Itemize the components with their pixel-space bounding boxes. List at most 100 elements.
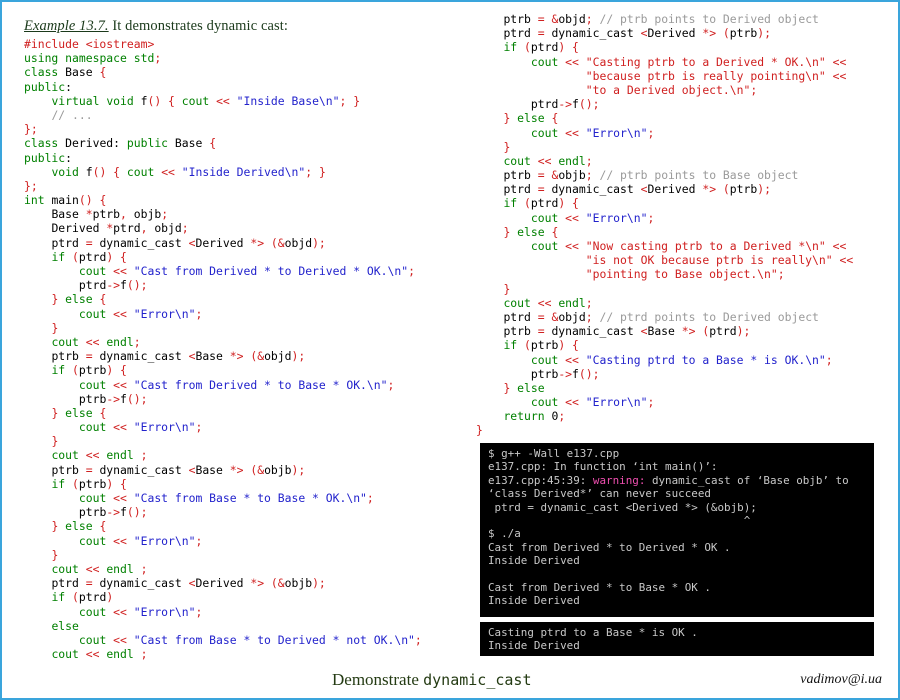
footer-title: Demonstrate dynamic_cast	[332, 670, 531, 690]
code-line: cout << "Error\n";	[530, 125, 655, 140]
terminal-line: e137.cpp:45:39: warning: dynamic_cast of…	[488, 473, 849, 487]
code-line: ptrb = &objb; // ptrb points to Base obj…	[503, 168, 799, 183]
code-line: cout << "Cast from Base * to Derived * n…	[78, 632, 422, 647]
code-line: cout << "Cast from Base * to Base * OK.\…	[78, 491, 374, 505]
code-line: }	[51, 320, 59, 335]
code-line: }	[51, 434, 59, 449]
code-line: cout << endl ;	[51, 647, 148, 662]
example-heading-text: It demonstrates dynamic cast:	[108, 18, 289, 34]
code-line: ptrd->f();	[530, 97, 600, 112]
code-line: if (ptrd) {	[51, 249, 127, 264]
code-line: ptrd = dynamic_cast <Derived *> (&objb);	[51, 576, 326, 591]
footer-title-mono: dynamic_cast	[423, 671, 532, 689]
example-heading: Example 13.7. It demonstrates dynamic ca…	[24, 18, 464, 35]
code-line: cout << "Error\n";	[78, 604, 203, 619]
code-line: cout << endl;	[503, 295, 593, 310]
code-line: class Derived: public Base {	[24, 136, 217, 151]
code-line: int main() {	[24, 193, 107, 208]
code-line: if (ptrd) {	[503, 196, 579, 211]
code-line: "to a Derived object.\n";	[585, 82, 758, 97]
code-line: cout << "Error\n";	[78, 420, 203, 435]
code-line: class Base {	[24, 65, 107, 80]
code-line: "because ptrb is really pointing\n" <<	[585, 68, 847, 83]
slide-frame: Example 13.7. It demonstrates dynamic ca…	[0, 0, 900, 700]
terminal-line: Casting ptrd to a Base * is OK .	[488, 626, 698, 639]
code-line: } else {	[503, 224, 559, 239]
terminal-line: Inside Derived	[488, 639, 580, 653]
code-line: };	[24, 178, 38, 193]
code-line: ptrd = dynamic_cast <Derived *> (ptrb);	[503, 182, 771, 197]
code-line: using namespace std;	[24, 51, 162, 66]
terminal-line: e137.cpp: In function ‘int main()’:	[488, 460, 718, 474]
code-line: public:	[24, 79, 73, 94]
code-line: cout << "Casting ptrb to a Derived * OK.…	[530, 54, 847, 69]
terminal-line: Inside Derived	[488, 554, 580, 568]
terminal-second-output: Casting ptrd to a Base * is OK . Inside D…	[480, 622, 874, 656]
code-line: }	[503, 139, 511, 154]
code-line: cout << "Casting ptrd to a Base * is OK.…	[530, 352, 833, 367]
code-line: ptrb = dynamic_cast <Base *> (&objd);	[51, 349, 306, 364]
code-line: #include <iostream>	[24, 37, 155, 51]
code-line: } else {	[51, 292, 107, 307]
terminal-line: Cast from Derived * to Derived * OK .	[488, 540, 731, 554]
terminal-line: Inside Derived	[488, 594, 580, 608]
code-line: ptrd = &objd; // ptrd points to Derived …	[503, 309, 819, 324]
right-source-code: ptrb = &objd; // ptrb points to Derived …	[476, 12, 900, 438]
terminal-line: ^	[488, 514, 751, 528]
code-line: } else	[503, 380, 545, 395]
code-line: virtual void f() { cout << "Inside Base\…	[51, 93, 361, 108]
code-line: ptrd = dynamic_cast <Derived *> (&objd);	[51, 235, 326, 250]
code-line: Base *ptrb, objb;	[51, 207, 169, 222]
footer-title-prefix: Demonstrate	[332, 670, 424, 689]
code-line: // ...	[51, 107, 93, 122]
code-line: if (ptrb) {	[51, 363, 127, 378]
code-line: cout << "Cast from Derived * to Derived …	[78, 264, 415, 278]
terminal-line: ptrd = dynamic_cast <Derived *> (&objb);	[488, 500, 757, 514]
code-line: return 0;	[503, 409, 566, 424]
code-line: ptrb = &objd; // ptrb points to Derived …	[503, 12, 819, 26]
footer: Demonstrate dynamic_cast vadimov@i.ua	[2, 664, 898, 690]
terminal-line: ‘class Derived*’ can never succeed	[488, 487, 711, 501]
code-line: } else {	[503, 111, 559, 126]
code-line: cout << endl ;	[51, 561, 148, 576]
left-source-code: #include <iostream> using namespace std; c…	[24, 37, 464, 661]
code-line: }	[51, 547, 59, 562]
code-line: ptrb = dynamic_cast <Base *> (&objb);	[51, 462, 306, 477]
terminal-line: $ ./a	[488, 527, 521, 541]
code-line: cout << "Cast from Derived * to Base * O…	[78, 377, 395, 392]
code-line: }	[476, 423, 483, 438]
terminal-line: $ g++ -Wall e137.cpp	[488, 447, 620, 460]
code-line: cout << "Error\n";	[530, 210, 655, 225]
code-line: if (ptrd)	[51, 590, 114, 605]
code-line: } else {	[51, 519, 107, 534]
code-line: else	[51, 618, 79, 633]
code-line: ptrd->f();	[78, 278, 148, 293]
code-line: Derived *ptrd, objd;	[51, 221, 189, 236]
code-line: ptrb = dynamic_cast <Base *> (ptrd);	[503, 324, 751, 339]
code-line: "pointing to Base object.\n";	[585, 267, 785, 282]
terminal-warning-token: warning:	[592, 473, 646, 487]
code-line: cout << "Now casting ptrb to a Derived *…	[530, 239, 847, 253]
code-line: } else {	[51, 405, 107, 420]
code-line: ptrb->f();	[530, 366, 600, 381]
code-line: ptrb->f();	[78, 391, 148, 406]
terminal-line: Cast from Derived * to Base * OK .	[488, 581, 711, 595]
code-line: ptrd = dynamic_cast <Derived *> (ptrb);	[503, 26, 771, 41]
terminal-compile-run-output: $ g++ -Wall e137.cpp e137.cpp: In functio…	[480, 443, 874, 617]
footer-email: vadimov@i.ua	[800, 672, 882, 687]
code-line: void f() { cout << "Inside Derived\n"; }	[51, 164, 326, 179]
code-line: if (ptrd) {	[503, 40, 579, 55]
right-code-column: ptrb = &objd; // ptrb points to Derived …	[464, 2, 900, 438]
code-line: cout << "Error\n";	[78, 306, 203, 321]
example-label: Example 13.7.	[24, 18, 109, 34]
code-line: ptrb->f();	[78, 505, 148, 520]
code-line: cout << "Error\n";	[530, 395, 655, 410]
code-line: cout << endl;	[503, 153, 593, 168]
code-line: cout << endl ;	[51, 448, 148, 463]
code-line: cout << "Error\n";	[78, 533, 203, 548]
code-line: "is not OK because ptrb is really\n" <<	[585, 253, 854, 268]
code-line: public:	[24, 150, 73, 165]
code-line: };	[24, 122, 38, 137]
code-line: cout << endl;	[51, 334, 141, 349]
